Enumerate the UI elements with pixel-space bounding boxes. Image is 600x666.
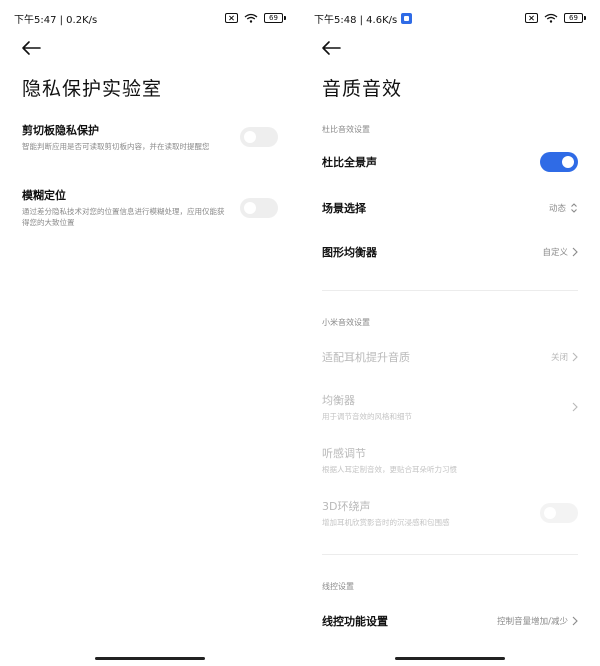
page-title: 音质音效 bbox=[322, 78, 403, 100]
clipboard-privacy-toggle[interactable] bbox=[240, 127, 278, 147]
scene-select-value-wrap: 动态 bbox=[549, 202, 578, 214]
notification-icon bbox=[401, 12, 413, 24]
no-sim-icon bbox=[525, 13, 538, 23]
fuzzy-location-title: 模糊定位 bbox=[22, 189, 66, 202]
wire-control-title: 线控功能设置 bbox=[322, 615, 388, 628]
privacy-lab-screen: 下午5:47 | 0.2K/s 69 隐私保护实验室 剪切板隐私保护 智能判断应… bbox=[0, 0, 300, 666]
equalizer-title: 均衡器 bbox=[322, 394, 355, 407]
wifi-icon bbox=[544, 13, 558, 23]
battery-level: 69 bbox=[264, 13, 283, 23]
scene-select-value: 动态 bbox=[548, 204, 566, 214]
graphic-eq-row[interactable]: 图形均衡器 自定义 bbox=[322, 244, 578, 260]
fuzzy-location-toggle[interactable] bbox=[240, 197, 278, 218]
fuzzy-location-subtitle: 通过差分隐私技术对您的位置信息进行模糊处理，应用仅能获得您的大致位置 bbox=[22, 207, 225, 227]
surround-toggle[interactable] bbox=[540, 503, 578, 523]
surround-row[interactable]: 3D环绕声 增加耳机欣赏影音时的沉浸感和包围感 bbox=[322, 498, 578, 528]
surround-text: 3D环绕声 增加耳机欣赏影音时的沉浸感和包围感 bbox=[322, 498, 450, 528]
wire-section-label: 线控设置 bbox=[322, 582, 354, 591]
headphone-quality-value: 关闭 bbox=[550, 353, 568, 363]
hearing-adjust-row[interactable]: 听感调节 根据人耳定制音效，更贴合耳朵听力习惯 bbox=[322, 445, 578, 475]
battery-icon: 69 bbox=[564, 13, 586, 23]
status-right: 69 bbox=[225, 13, 286, 23]
graphic-eq-title: 图形均衡器 bbox=[322, 246, 377, 259]
battery-icon: 69 bbox=[264, 13, 286, 23]
wire-control-row[interactable]: 线控功能设置 控制音量增加/减少 bbox=[322, 613, 578, 629]
fuzzy-location-row[interactable]: 模糊定位 通过差分隐私技术对您的位置信息进行模糊处理，应用仅能获得您的大致位置 bbox=[22, 187, 278, 228]
graphic-eq-value: 自定义 bbox=[542, 248, 568, 258]
divider bbox=[322, 554, 578, 555]
home-indicator[interactable] bbox=[395, 657, 505, 660]
wifi-icon bbox=[244, 13, 258, 23]
wire-control-text: 线控功能设置 bbox=[322, 613, 388, 629]
status-right: 69 bbox=[525, 13, 586, 23]
headphone-quality-text: 适配耳机提升音质 bbox=[322, 349, 410, 365]
status-bar: 下午5:47 | 0.2K/s 69 bbox=[14, 10, 286, 26]
graphic-eq-text: 图形均衡器 bbox=[322, 244, 377, 260]
status-left: 下午5:48 | 4.6K/s bbox=[314, 11, 413, 26]
hearing-adjust-text: 听感调节 根据人耳定制音效，更贴合耳朵听力习惯 bbox=[322, 445, 457, 475]
battery-tip bbox=[284, 16, 286, 20]
toggle-knob bbox=[544, 507, 556, 519]
fuzzy-location-text: 模糊定位 通过差分隐私技术对您的位置信息进行模糊处理，应用仅能获得您的大致位置 bbox=[22, 187, 230, 228]
surround-title: 3D环绕声 bbox=[322, 500, 371, 513]
screens: 下午5:47 | 0.2K/s 69 隐私保护实验室 剪切板隐私保护 智能判断应… bbox=[0, 0, 600, 666]
chevron-right-icon bbox=[572, 402, 578, 412]
hearing-adjust-subtitle: 根据人耳定制音效，更贴合耳朵听力习惯 bbox=[322, 465, 457, 474]
chevron-right-icon bbox=[572, 247, 578, 257]
no-sim-icon bbox=[225, 13, 238, 23]
scene-select-title: 场景选择 bbox=[322, 202, 366, 215]
chevron-right-icon bbox=[572, 616, 578, 626]
status-time: 下午5:48 | 4.6K/s bbox=[314, 14, 398, 26]
dolby-section-label: 杜比音效设置 bbox=[322, 125, 370, 134]
headphone-quality-value-wrap: 关闭 bbox=[551, 351, 578, 363]
dolby-atmos-text: 杜比全景声 bbox=[322, 154, 377, 170]
equalizer-chevron-wrap bbox=[572, 402, 578, 412]
battery-level: 69 bbox=[564, 13, 583, 23]
toggle-knob bbox=[244, 201, 256, 214]
surround-subtitle: 增加耳机欣赏影音时的沉浸感和包围感 bbox=[322, 518, 450, 527]
up-down-chevron-icon bbox=[571, 203, 577, 213]
status-left: 下午5:47 | 0.2K/s bbox=[14, 11, 97, 26]
toggle-knob bbox=[244, 131, 256, 143]
clipboard-privacy-text: 剪切板隐私保护 智能判断应用是否可读取剪切板内容，并在读取时提醒您 bbox=[22, 122, 210, 152]
back-arrow-icon[interactable] bbox=[20, 40, 42, 56]
sound-effects-screen: 下午5:48 | 4.6K/s 69 音质音效 杜比音效设置 杜比全景声 场景选… bbox=[300, 0, 600, 666]
page-title: 隐私保护实验室 bbox=[22, 78, 163, 100]
toggle-knob bbox=[562, 156, 574, 168]
status-time: 下午5:47 | 0.2K/s bbox=[14, 14, 98, 26]
mi-section-label: 小米音效设置 bbox=[322, 318, 370, 327]
divider bbox=[322, 290, 578, 291]
back-arrow-icon[interactable] bbox=[320, 40, 342, 56]
hearing-adjust-title: 听感调节 bbox=[322, 447, 366, 460]
headphone-quality-title: 适配耳机提升音质 bbox=[322, 351, 410, 364]
home-indicator[interactable] bbox=[95, 657, 205, 660]
wire-control-value: 控制音量增加/减少 bbox=[497, 617, 568, 627]
dolby-atmos-toggle[interactable] bbox=[540, 152, 578, 172]
equalizer-row[interactable]: 均衡器 用于调节音效的风格和细节 bbox=[322, 392, 578, 422]
headphone-quality-row[interactable]: 适配耳机提升音质 关闭 bbox=[322, 349, 578, 365]
chevron-right-icon bbox=[572, 352, 578, 362]
scene-select-text: 场景选择 bbox=[322, 200, 366, 216]
scene-select-row[interactable]: 场景选择 动态 bbox=[322, 200, 578, 216]
equalizer-subtitle: 用于调节音效的风格和细节 bbox=[322, 412, 412, 421]
dolby-atmos-row[interactable]: 杜比全景声 bbox=[322, 152, 578, 172]
graphic-eq-value-wrap: 自定义 bbox=[542, 246, 578, 258]
wire-control-value-wrap: 控制音量增加/减少 bbox=[497, 615, 578, 627]
battery-tip bbox=[584, 16, 586, 20]
equalizer-text: 均衡器 用于调节音效的风格和细节 bbox=[322, 392, 412, 422]
clipboard-privacy-row[interactable]: 剪切板隐私保护 智能判断应用是否可读取剪切板内容，并在读取时提醒您 bbox=[22, 122, 278, 152]
status-bar: 下午5:48 | 4.6K/s 69 bbox=[314, 10, 586, 26]
clipboard-privacy-subtitle: 智能判断应用是否可读取剪切板内容，并在读取时提醒您 bbox=[22, 142, 210, 151]
clipboard-privacy-title: 剪切板隐私保护 bbox=[22, 124, 99, 137]
dolby-atmos-title: 杜比全景声 bbox=[322, 156, 377, 169]
